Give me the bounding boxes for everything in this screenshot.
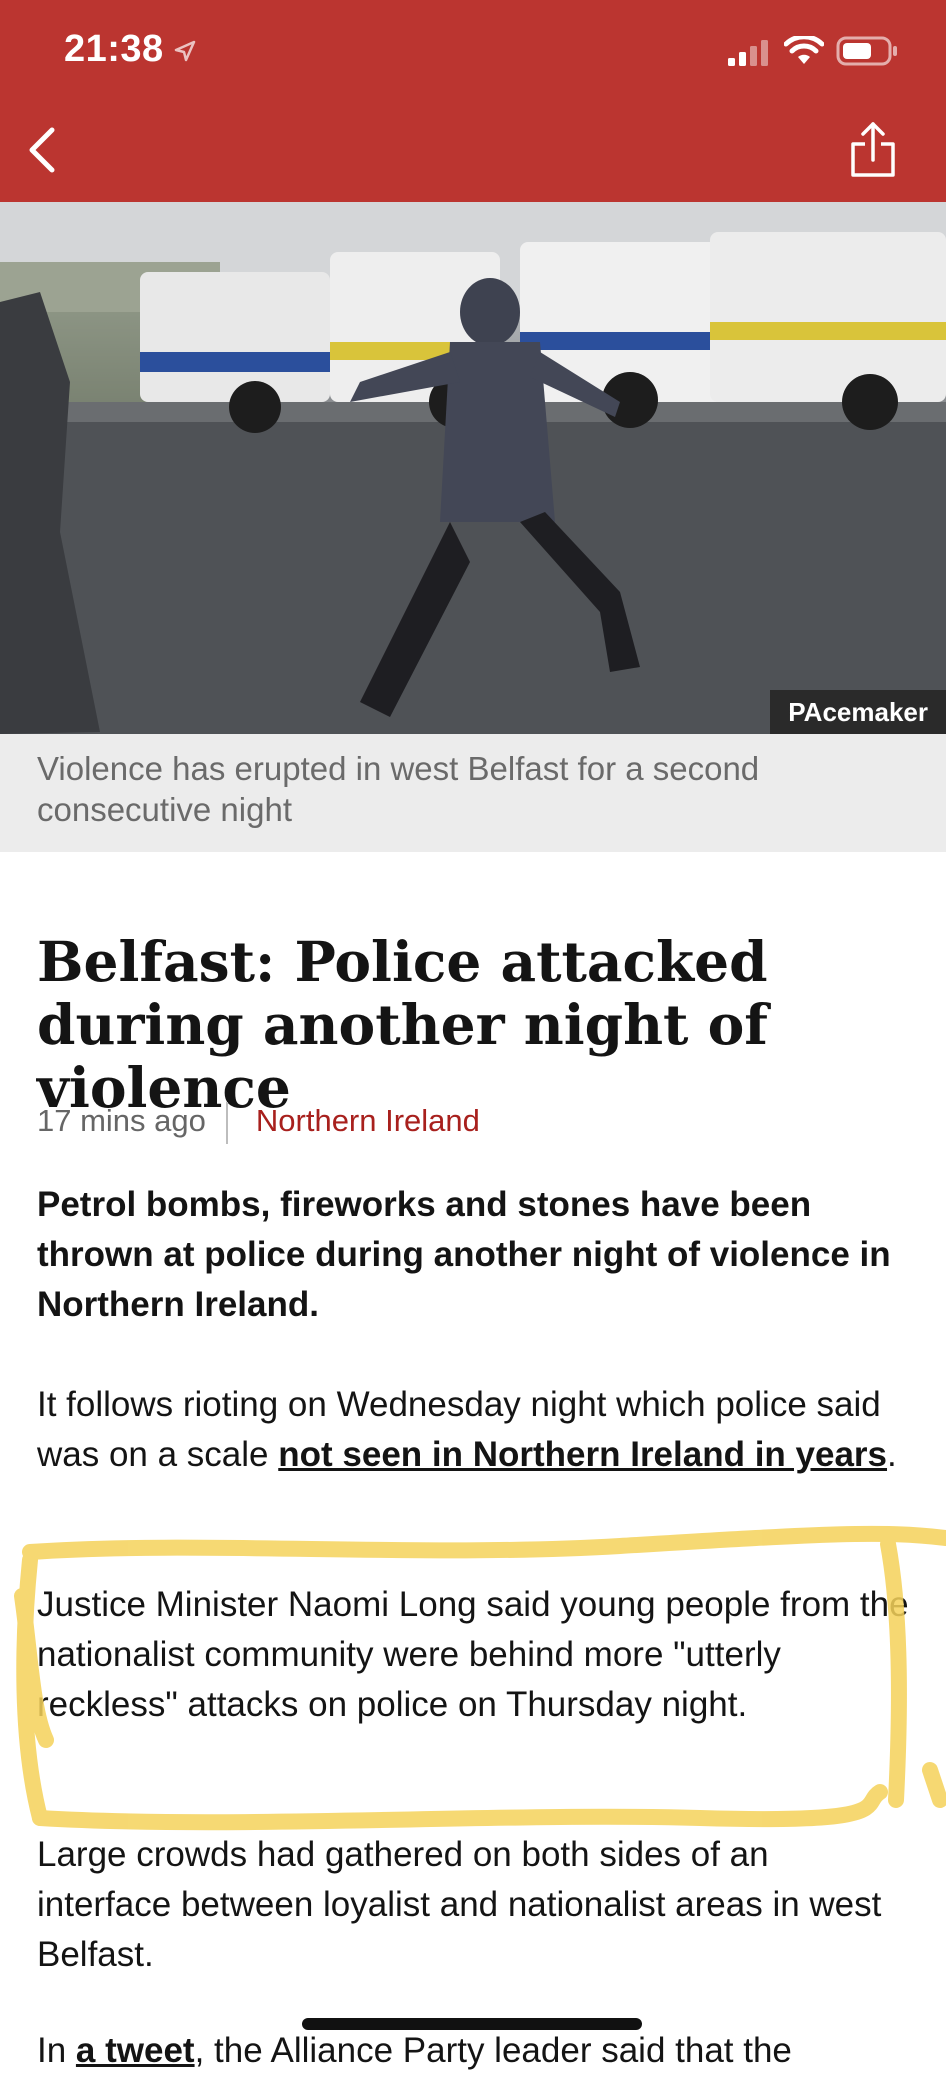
chevron-left-icon xyxy=(29,127,55,173)
article-lead: Petrol bombs, fireworks and stones have … xyxy=(37,1185,891,1324)
p4-text-after: , the Alliance Party leader said that th… xyxy=(194,2031,792,2070)
share-button[interactable] xyxy=(848,120,898,180)
back-button[interactable] xyxy=(20,120,64,180)
not-seen-in-years-link[interactable]: not seen in Northern Ireland in years xyxy=(278,1435,887,1474)
image-caption: Violence has erupted in west Belfast for… xyxy=(0,734,946,852)
article-paragraph-1: It follows rioting on Wednesday night wh… xyxy=(37,1380,912,1480)
article-paragraph-4: In a tweet, the Alliance Party leader sa… xyxy=(37,2026,912,2076)
tweet-link[interactable]: a tweet xyxy=(76,2031,195,2070)
caption-text: Violence has erupted in west Belfast for… xyxy=(37,750,760,828)
meta-divider xyxy=(225,1101,228,1144)
article-headline: Belfast: Police attacked during another … xyxy=(37,929,768,1120)
cellular-signal-icon xyxy=(728,40,768,66)
topic-link-northern-ireland[interactable]: Northern Ireland xyxy=(256,1103,480,1138)
article-paragraph-3: Large crowds had gathered on both sides … xyxy=(37,1835,882,1974)
app-header: 21:38 xyxy=(0,0,946,202)
status-time: 21:38 xyxy=(64,28,164,70)
riot-photo xyxy=(0,202,946,734)
article-meta: 17 mins ago Northern Ireland xyxy=(37,1098,480,1144)
image-credit: PAcemaker xyxy=(770,690,946,734)
battery-icon xyxy=(836,36,897,66)
hero-image[interactable]: PAcemaker xyxy=(0,202,946,734)
share-icon xyxy=(851,122,895,177)
wifi-icon xyxy=(784,36,824,64)
p1-text-after: . xyxy=(887,1435,897,1474)
article-paragraph-2: Justice Minister Naomi Long said young p… xyxy=(37,1585,909,1724)
home-indicator[interactable] xyxy=(302,2018,642,2030)
article-timestamp: 17 mins ago xyxy=(37,1103,206,1138)
location-arrow-icon xyxy=(174,40,196,62)
p4-text-before: In xyxy=(37,2031,76,2070)
